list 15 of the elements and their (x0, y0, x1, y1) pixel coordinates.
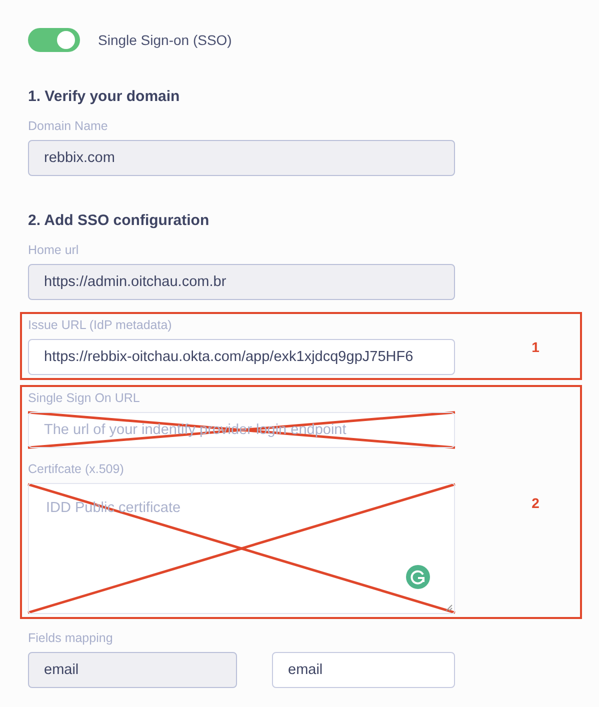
annotation-number: 2 (530, 494, 540, 510)
input-field[interactable]: email (272, 652, 455, 688)
field-label: Home url (28, 243, 80, 257)
sso-toggle[interactable] (28, 28, 80, 52)
section-heading: 2. Add SSO configuration (28, 212, 210, 229)
field-label: Certifcate (x.509) (28, 462, 125, 476)
section-heading: 1. Verify your domain (28, 88, 181, 105)
annotation-number: 1 (530, 338, 540, 354)
field-label: Fields mapping (28, 631, 114, 645)
field-label: Domain Name (28, 119, 109, 133)
field-label: Issue URL (IdP metadata) (28, 318, 173, 332)
input-field[interactable]: https://rebbix-oitchau.okta.com/app/exk1xjdcq9gpJ75HF6 (28, 339, 455, 375)
field-label: Single Sign On URL (28, 391, 141, 405)
resize-handle-icon[interactable] (445, 604, 453, 612)
toggle-label: Single Sign-on (SSO) (98, 32, 232, 48)
